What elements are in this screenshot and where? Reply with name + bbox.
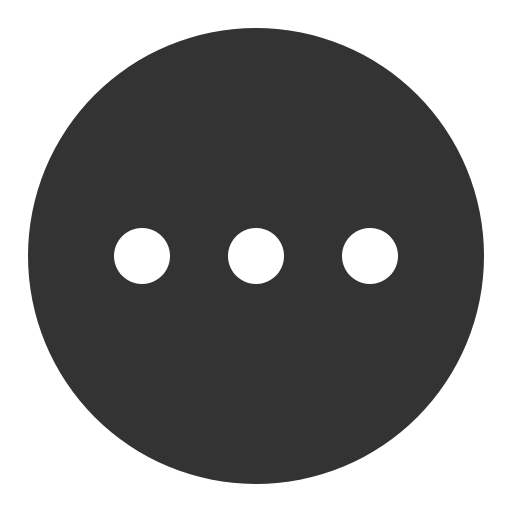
more-options-icon[interactable] [0, 0, 512, 512]
icon-canvas [0, 0, 512, 512]
ellipsis-dots [114, 228, 398, 284]
ellipsis-dot-2 [228, 228, 284, 284]
ellipsis-dot-3 [342, 228, 398, 284]
ellipsis-dot-1 [114, 228, 170, 284]
